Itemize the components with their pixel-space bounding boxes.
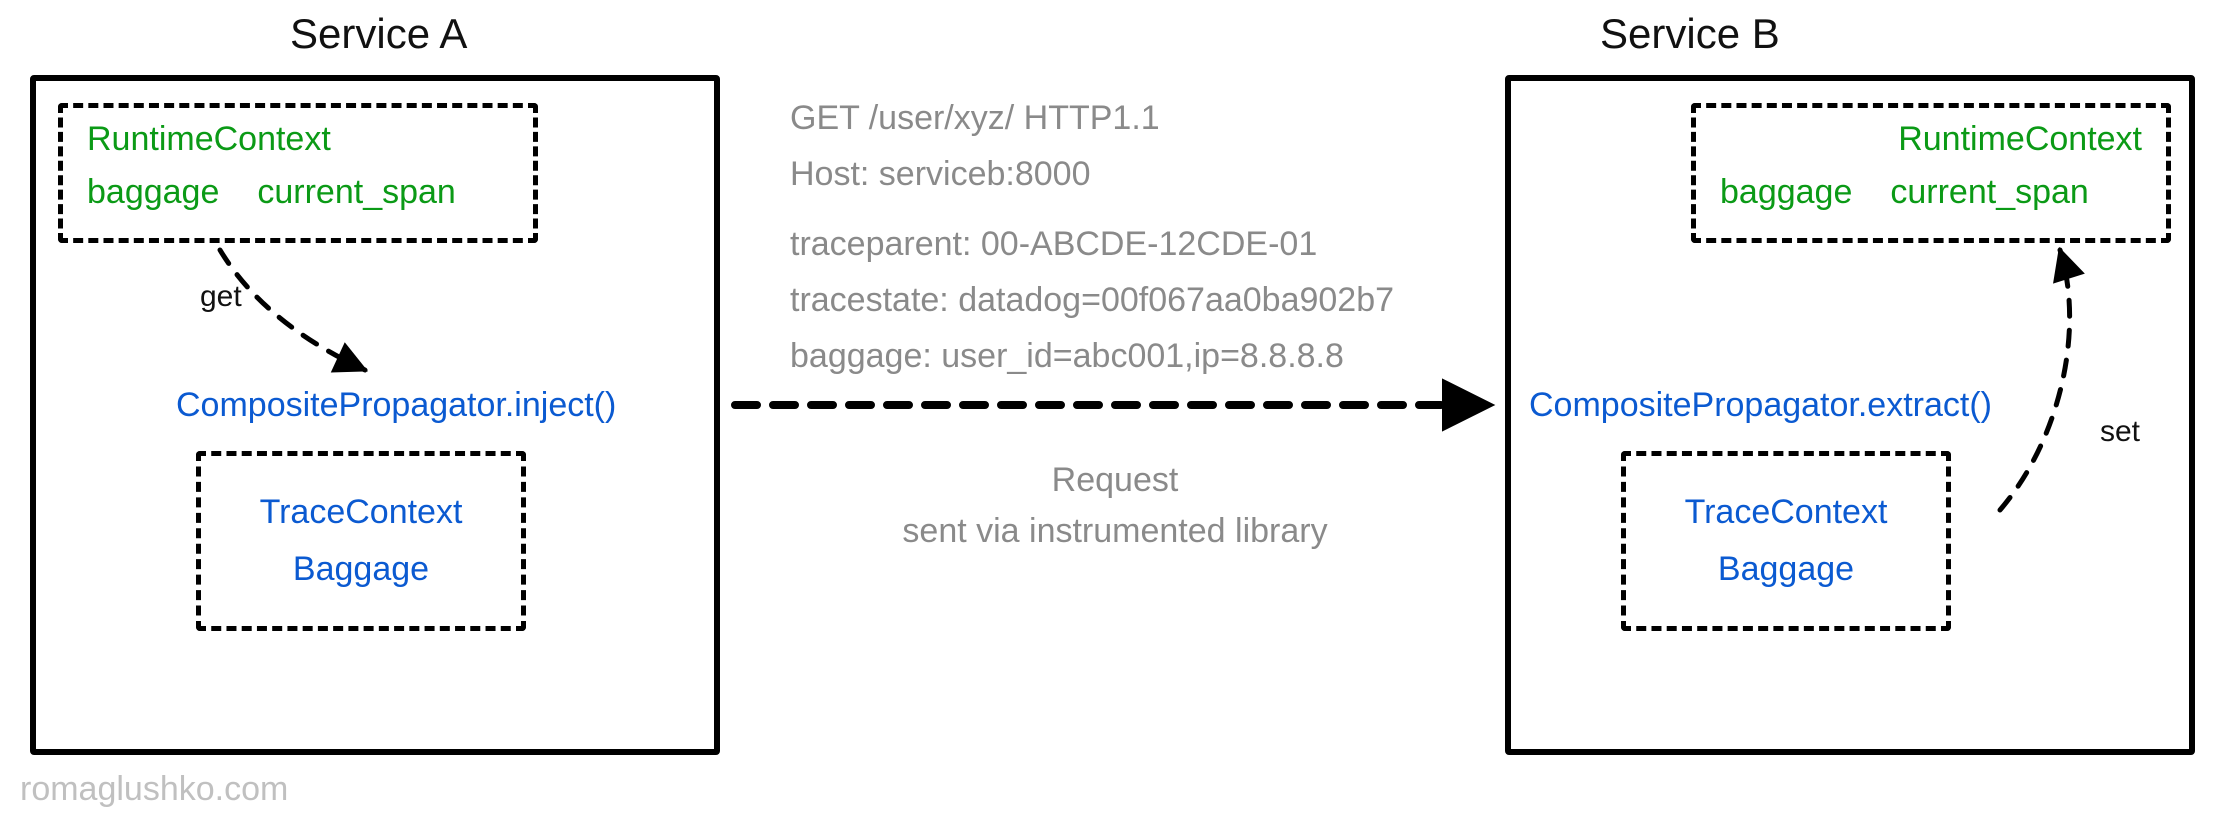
runtime-entry-baggage-a: baggage (87, 173, 219, 212)
diagram-stage: Service A Service B RuntimeContext bagga… (0, 0, 2229, 823)
service-a-box: RuntimeContext baggage current_span Comp… (30, 75, 720, 755)
service-b-title: Service B (1600, 10, 1780, 58)
propagator-member-baggage-a: Baggage (293, 550, 429, 589)
arrow-get-label: get (200, 280, 242, 314)
http-traceparent: traceparent: 00-ABCDE-12CDE-01 (790, 216, 1440, 272)
propagator-members-a: TraceContext Baggage (196, 451, 526, 631)
propagator-member-baggage-b: Baggage (1718, 550, 1854, 589)
service-b-box: RuntimeContext baggage current_span Comp… (1505, 75, 2195, 755)
request-caption-line2: sent via instrumented library (790, 506, 1440, 557)
http-host: Host: serviceb:8000 (790, 146, 1440, 202)
service-a-title: Service A (290, 10, 467, 58)
runtime-entry-baggage-b: baggage (1720, 173, 1852, 212)
runtime-context-title-a: RuntimeContext (87, 120, 509, 159)
runtime-context-a: RuntimeContext baggage current_span (58, 103, 538, 243)
composite-propagator-inject: CompositePropagator.inject() (176, 386, 616, 425)
runtime-entry-current-span-b: current_span (1890, 173, 2088, 212)
request-caption: Request sent via instrumented library (790, 455, 1440, 557)
composite-propagator-extract: CompositePropagator.extract() (1529, 386, 1992, 425)
runtime-context-title-b: RuntimeContext (1720, 120, 2142, 159)
http-request-line: GET /user/xyz/ HTTP1.1 (790, 90, 1440, 146)
http-tracestate: tracestate: datadog=00f067aa0ba902b7 (790, 272, 1440, 328)
propagator-member-tracecontext-b: TraceContext (1685, 493, 1888, 532)
runtime-entry-current-span-a: current_span (257, 173, 455, 212)
http-request-block: GET /user/xyz/ HTTP1.1 Host: serviceb:80… (790, 90, 1440, 384)
propagator-members-b: TraceContext Baggage (1621, 451, 1951, 631)
request-caption-line1: Request (790, 455, 1440, 506)
propagator-member-tracecontext-a: TraceContext (260, 493, 463, 532)
runtime-context-b: RuntimeContext baggage current_span (1691, 103, 2171, 243)
arrow-set-label: set (2100, 415, 2140, 449)
watermark: romaglushko.com (20, 770, 288, 809)
http-baggage: baggage: user_id=abc001,ip=8.8.8.8 (790, 328, 1440, 384)
